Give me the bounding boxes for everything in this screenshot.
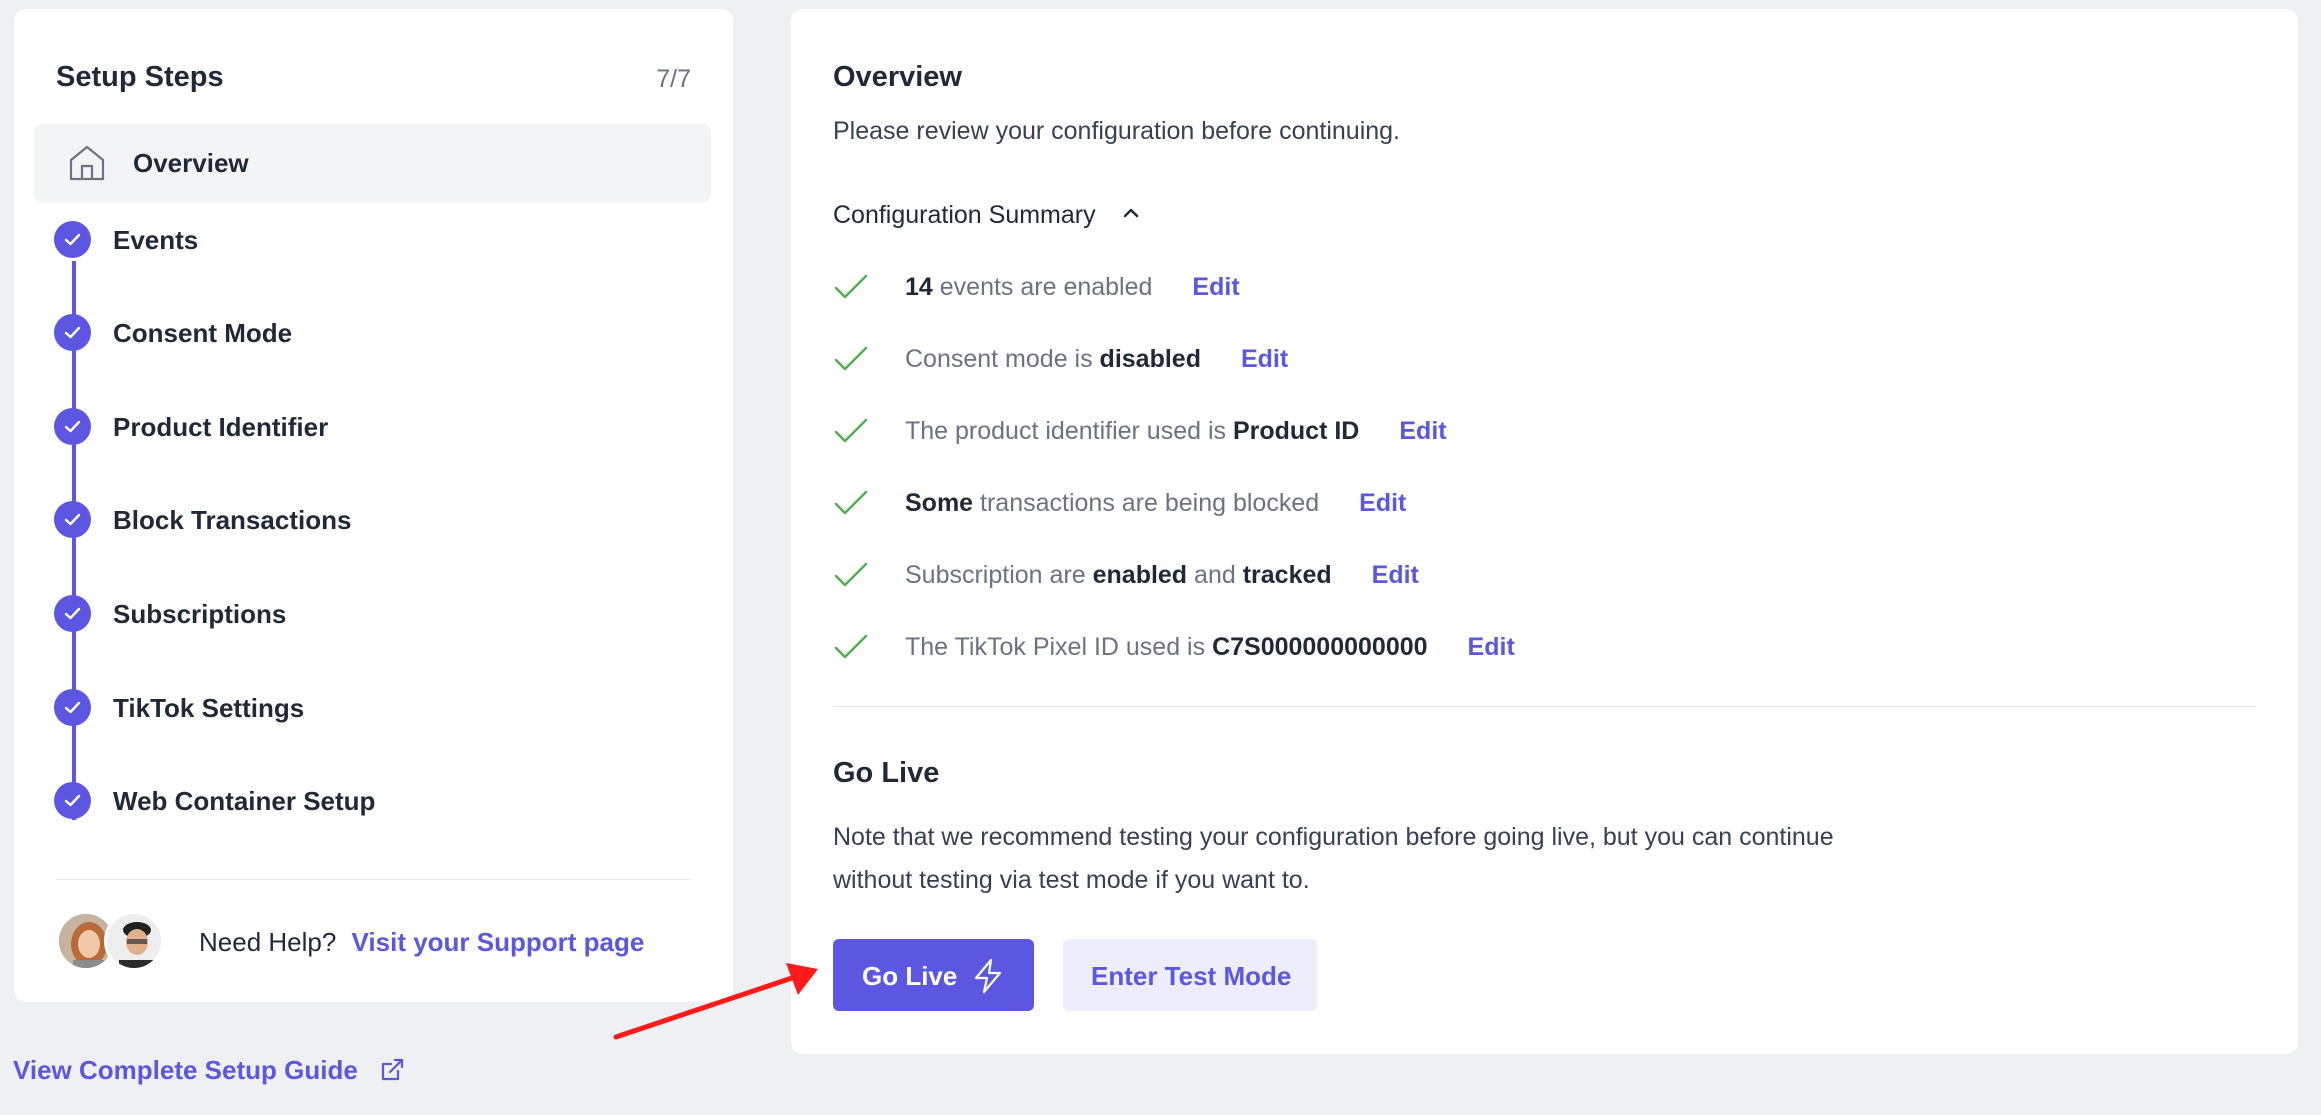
check-icon — [834, 490, 868, 515]
summary-text-part: disabled — [1099, 345, 1201, 373]
check-icon — [64, 513, 81, 526]
setup-steps-title: Setup Steps — [56, 61, 224, 93]
check-icon — [64, 233, 81, 246]
summary-text-part: Consent mode is — [905, 345, 1100, 373]
steps-progress-count: 7/7 — [656, 65, 691, 93]
edit-link[interactable]: Edit — [1468, 633, 1515, 661]
summary-text-part: events are enabled — [932, 273, 1153, 301]
edit-link[interactable]: Edit — [1399, 417, 1446, 445]
external-link-icon — [381, 1058, 404, 1081]
summary-text: The TikTok Pixel ID used is C7S000000000… — [905, 633, 1515, 662]
page-subtitle: Please review your configuration before … — [833, 117, 1401, 145]
lightning-icon — [974, 958, 1002, 994]
go-live-note: Note that we recommend testing your conf… — [833, 823, 1834, 894]
sidebar-step-product-identifier[interactable]: Product Identifier — [54, 408, 674, 448]
summary-text-part: The product identifier used is — [905, 417, 1233, 445]
edit-link[interactable]: Edit — [1359, 489, 1406, 517]
check-icon — [64, 794, 81, 807]
help-text: Need Help? Visit your Support page — [199, 927, 644, 958]
sidebar-step-label: Block Transactions — [113, 505, 352, 535]
help-question: Need Help? — [199, 927, 337, 957]
sidebar-step-label: Consent Mode — [113, 318, 293, 348]
sidebar-step-events[interactable]: Events — [54, 221, 674, 261]
check-icon — [64, 420, 81, 433]
step-complete-indicator — [54, 501, 91, 538]
edit-link[interactable]: Edit — [1192, 273, 1239, 301]
summary-row: Consent mode is disabled Edit — [833, 340, 2033, 380]
summary-row: The product identifier used is Product I… — [833, 412, 2033, 452]
summary-text-part: and — [1187, 561, 1243, 589]
summary-text-part: The TikTok Pixel ID used is — [905, 633, 1213, 661]
summary-text-part: Subscription are — [905, 561, 1093, 589]
sidebar-item-overview[interactable]: Overview — [34, 124, 711, 202]
go-live-button-label: Go Live — [862, 961, 958, 991]
summary-text-part: tracked — [1242, 561, 1332, 589]
summary-text-part: transactions are being blocked — [973, 489, 1320, 517]
avatar — [104, 911, 164, 971]
summary-row: The TikTok Pixel ID used is C7S000000000… — [833, 628, 2033, 668]
go-live-title: Go Live — [833, 757, 940, 789]
setup-guide-link[interactable]: View Complete Setup Guide — [13, 1055, 358, 1085]
summary-text-part: enabled — [1092, 561, 1188, 589]
edit-link[interactable]: Edit — [1241, 345, 1288, 373]
summary-text-part: Some — [905, 489, 974, 517]
go-live-button[interactable]: Go Live — [833, 939, 1034, 1011]
step-complete-indicator — [54, 595, 91, 632]
check-icon — [834, 274, 868, 299]
check-icon — [64, 326, 81, 339]
summary-text-part: 14 — [905, 273, 933, 301]
sidebar-step-label: Product Identifier — [113, 412, 329, 442]
summary-text-part: C7S000000000000 — [1212, 633, 1428, 661]
summary-text: Consent mode is disabled Edit — [905, 345, 1288, 374]
sidebar-step-label: TikTok Settings — [113, 693, 305, 723]
sidebar-step-label: Events — [113, 225, 199, 255]
sidebar-step-block-transactions[interactable]: Block Transactions — [54, 501, 674, 541]
edit-link[interactable]: Edit — [1372, 561, 1419, 589]
summary-text: Some transactions are being blocked Edit — [905, 489, 1406, 518]
summary-row: Subscription are enabled and tracked Edit — [833, 556, 2033, 596]
chevron-up-icon — [1123, 208, 1138, 218]
step-complete-indicator — [54, 782, 91, 819]
configuration-summary-toggle[interactable]: Configuration Summary — [833, 201, 1141, 230]
sidebar-step-web-container-setup[interactable]: Web Container Setup — [54, 782, 674, 822]
check-icon — [834, 562, 868, 587]
summary-row: 14 events are enabled Edit — [833, 268, 2033, 308]
check-icon — [834, 346, 868, 371]
sidebar-item-label: Overview — [133, 148, 249, 178]
sidebar-step-label: Subscriptions — [113, 599, 287, 629]
summary-text: The product identifier used is Product I… — [905, 417, 1447, 446]
setup-guide-link-row[interactable]: View Complete Setup Guide — [13, 1055, 405, 1086]
step-complete-indicator — [54, 408, 91, 445]
check-icon — [64, 701, 81, 714]
step-complete-indicator — [54, 689, 91, 726]
configuration-summary-label: Configuration Summary — [833, 201, 1096, 229]
enter-test-mode-label: Enter Test Mode — [1091, 961, 1292, 991]
home-icon — [69, 145, 105, 181]
sidebar-step-consent-mode[interactable]: Consent Mode — [54, 314, 674, 354]
summary-row: Some transactions are being blocked Edit — [833, 484, 2033, 524]
setup-steps-header: Setup Steps 7/7 — [56, 61, 691, 101]
divider — [56, 879, 691, 880]
divider — [833, 706, 2256, 707]
sidebar-step-subscriptions[interactable]: Subscriptions — [54, 595, 674, 635]
summary-text: 14 events are enabled Edit — [905, 273, 1240, 302]
check-icon — [834, 418, 868, 443]
support-page-link[interactable]: Visit your Support page — [352, 927, 645, 957]
overview-panel: Overview Please review your configuratio… — [791, 9, 2298, 1054]
sidebar-step-tiktok-settings[interactable]: TikTok Settings — [54, 689, 674, 729]
sidebar-step-label: Web Container Setup — [113, 786, 376, 816]
check-icon — [64, 607, 81, 620]
step-complete-indicator — [54, 314, 91, 351]
support-avatars — [56, 911, 186, 973]
enter-test-mode-button[interactable]: Enter Test Mode — [1063, 939, 1317, 1011]
step-complete-indicator — [54, 221, 91, 258]
check-icon — [834, 634, 868, 659]
summary-text-part: Product ID — [1232, 417, 1360, 445]
page-title: Overview — [833, 61, 962, 93]
summary-text: Subscription are enabled and tracked Edit — [905, 561, 1419, 590]
setup-steps-panel: Setup Steps 7/7 Overview Events Consent M… — [14, 9, 733, 1002]
